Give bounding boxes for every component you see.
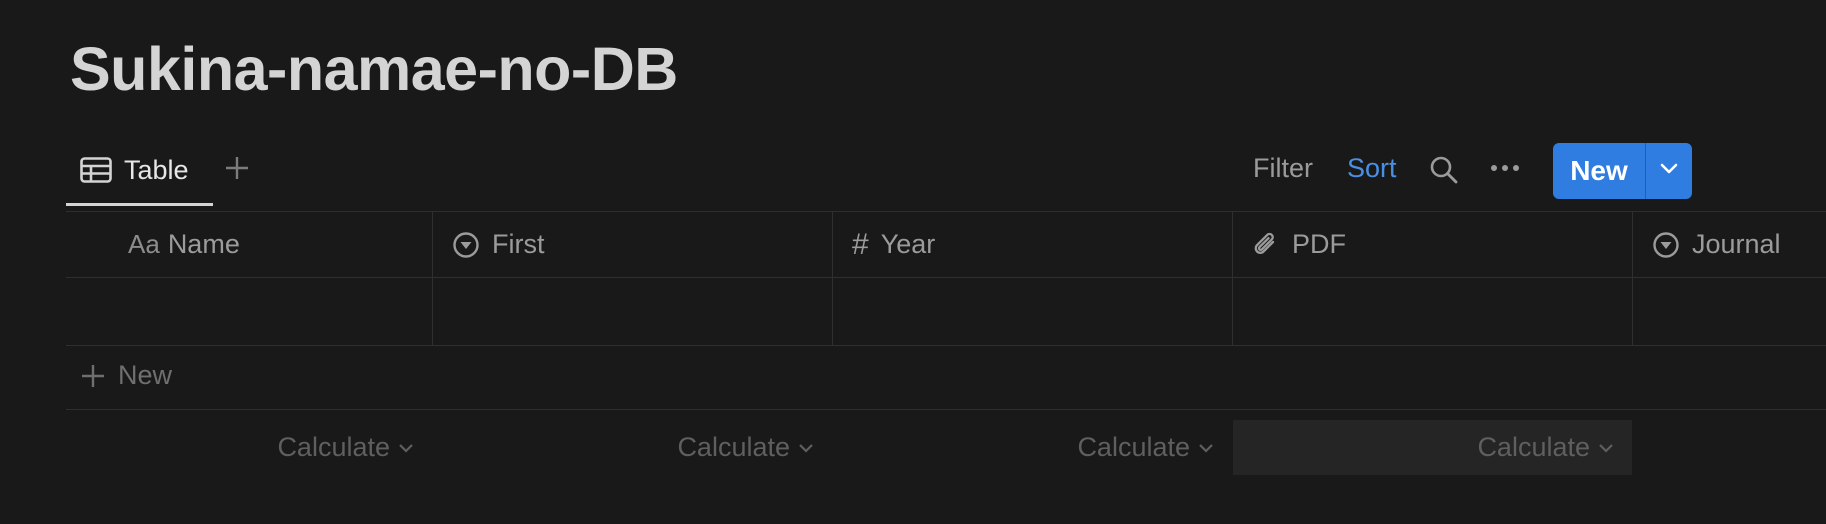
calculate-pdf[interactable]: Calculate (1233, 420, 1632, 475)
table-icon (80, 155, 114, 185)
calculate-label: Calculate (1077, 432, 1190, 462)
sort-button[interactable]: Sort (1347, 153, 1397, 184)
column-label: First (492, 229, 545, 259)
number-type-icon: # (852, 227, 869, 261)
calculate-year[interactable]: Calculate (833, 420, 1232, 475)
add-view-button[interactable] (222, 155, 252, 185)
column-header-first[interactable]: First (452, 212, 544, 277)
table-top-border (66, 211, 1826, 212)
search-button[interactable] (1429, 155, 1459, 190)
database-page: Sukina-namae-no-DB Table Filter Sort New… (0, 0, 1826, 524)
chevron-down-icon (1198, 443, 1214, 453)
select-type-icon (452, 231, 480, 259)
calculate-first[interactable]: Calculate (433, 420, 832, 475)
more-horizontal-icon (1490, 161, 1520, 178)
add-row-button[interactable]: New (80, 360, 172, 391)
new-button-group: New (1553, 143, 1692, 199)
column-label: Year (880, 229, 936, 259)
search-icon (1429, 156, 1459, 189)
tab-table-view[interactable]: Table (66, 143, 213, 206)
table-cell-journal[interactable] (1633, 278, 1826, 345)
column-label: Journal (1692, 229, 1781, 259)
calculate-name[interactable]: Calculate (66, 420, 432, 475)
column-header-pdf[interactable]: PDF (1252, 212, 1346, 277)
table-cell-first[interactable] (433, 278, 832, 345)
page-title[interactable]: Sukina-namae-no-DB (70, 34, 678, 104)
text-type-icon: Aa (128, 229, 160, 259)
calculate-label: Calculate (277, 432, 390, 462)
new-record-button[interactable]: New (1553, 143, 1645, 199)
column-header-year[interactable]: # Year (852, 212, 935, 277)
plus-icon (80, 363, 106, 389)
filter-button[interactable]: Filter (1253, 153, 1313, 184)
row-bottom-border (66, 345, 1826, 346)
table-cell-year[interactable] (833, 278, 1232, 345)
table-cell-pdf[interactable] (1233, 278, 1632, 345)
new-row-bottom-border (66, 409, 1826, 410)
chevron-down-icon (1660, 162, 1678, 180)
chevron-down-icon (798, 443, 814, 453)
more-options-button[interactable] (1490, 161, 1520, 179)
chevron-down-icon (1598, 443, 1614, 453)
tab-label: Table (124, 154, 189, 185)
chevron-down-icon (398, 443, 414, 453)
table-cell-name[interactable] (66, 278, 432, 345)
column-header-journal[interactable]: Journal (1652, 212, 1781, 277)
paperclip-icon (1252, 230, 1280, 260)
calculate-label: Calculate (1477, 432, 1590, 462)
calculate-label: Calculate (677, 432, 790, 462)
plus-icon (224, 155, 250, 186)
column-label: PDF (1292, 229, 1346, 259)
new-dropdown-button[interactable] (1646, 143, 1692, 199)
select-type-icon (1652, 231, 1680, 259)
column-header-name[interactable]: Aa Name (128, 212, 240, 277)
add-row-label: New (118, 360, 173, 390)
column-label: Name (167, 229, 240, 259)
